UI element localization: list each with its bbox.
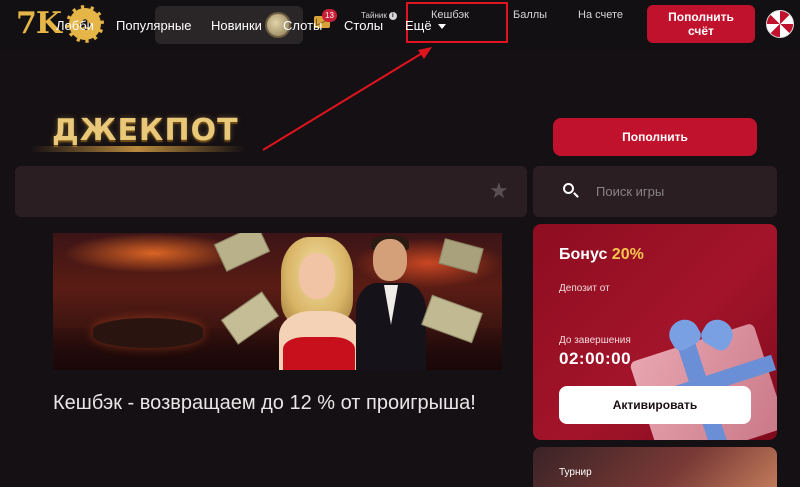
category-more[interactable]: Ещё xyxy=(405,18,446,33)
search-input[interactable] xyxy=(590,176,777,206)
category-nav xyxy=(15,166,527,217)
bonus-timer: 02:00:00 xyxy=(559,349,632,368)
category-new[interactable]: Новинки xyxy=(211,18,262,33)
category-more-label: Ещё xyxy=(405,18,432,33)
bonus-until-label: До завершения xyxy=(559,335,631,346)
topup-account-button[interactable]: Пополнить счёт xyxy=(647,5,755,43)
category-slots[interactable]: Слоты xyxy=(283,18,322,33)
jackpot-title: ДЖЕКПОТ xyxy=(52,113,239,148)
chevron-down-icon xyxy=(437,24,446,30)
bonus-percent: 20% xyxy=(611,246,644,263)
promo-banner-image[interactable] xyxy=(53,233,502,370)
bonus-title: Бонус 20% xyxy=(559,246,644,264)
category-popular[interactable]: Популярные xyxy=(116,18,191,33)
logo-text: 7K xyxy=(16,6,62,41)
avatar-icon[interactable] xyxy=(766,10,794,38)
banner-caption: Кешбэк - возвращаем до 12 % от проигрыша… xyxy=(53,392,476,414)
mail-badge: 13 xyxy=(322,9,337,22)
search-icon[interactable] xyxy=(563,183,574,194)
category-lobby[interactable]: Лобби xyxy=(56,18,94,33)
bonus-title-text: Бонус xyxy=(559,246,608,263)
bonus-deposit-label: Депозит от xyxy=(559,283,610,294)
star-icon[interactable]: ★ xyxy=(489,180,509,202)
jackpot-glow xyxy=(30,146,245,152)
topup-button[interactable]: Пополнить xyxy=(553,118,757,156)
activate-button[interactable]: Активировать xyxy=(559,386,751,424)
nav-on-account[interactable]: На счете xyxy=(578,9,623,21)
tournament-label: Турнир xyxy=(559,467,592,478)
nav-points[interactable]: Баллы xyxy=(513,9,547,21)
info-icon: i xyxy=(388,11,397,20)
category-tables[interactable]: Столы xyxy=(344,18,383,33)
